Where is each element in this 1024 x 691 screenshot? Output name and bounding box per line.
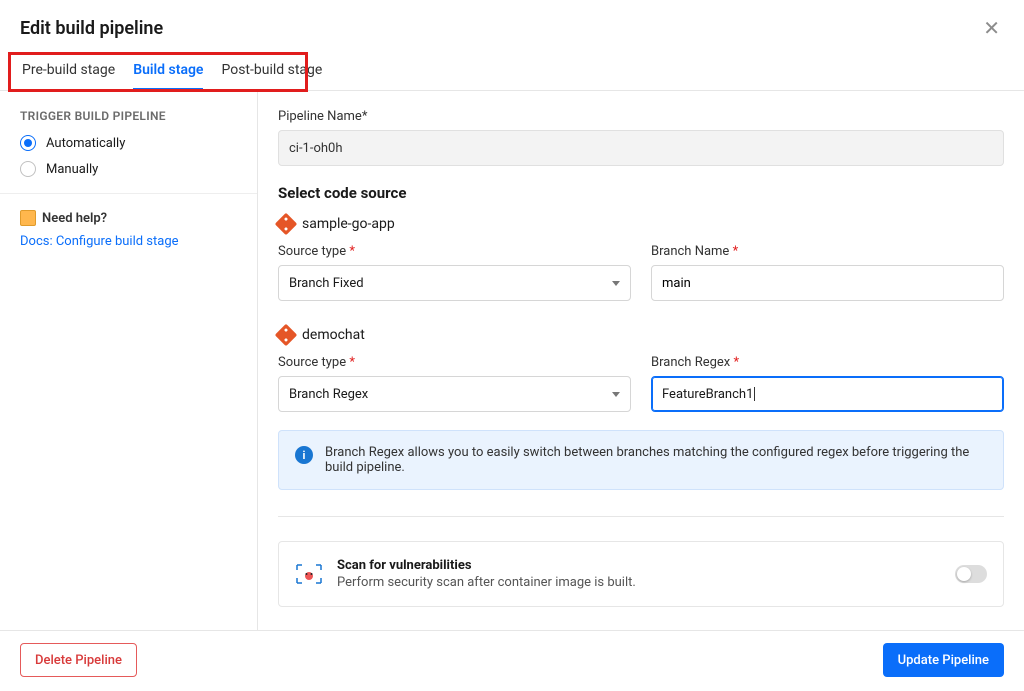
source-type-select[interactable]: Branch Regex — [278, 376, 631, 412]
scan-icon — [295, 563, 323, 585]
scan-toggle[interactable] — [955, 565, 987, 583]
help-heading: Need help? — [20, 210, 237, 226]
branch-regex-label: Branch Regex * — [651, 355, 1004, 370]
tab-build[interactable]: Build stage — [133, 52, 203, 90]
scan-desc: Perform security scan after container im… — [337, 575, 941, 590]
divider — [0, 193, 257, 194]
source-type-value: Branch Fixed — [289, 276, 364, 291]
tab-post-build[interactable]: Post-build stage — [221, 52, 322, 90]
update-pipeline-button[interactable]: Update Pipeline — [883, 643, 1004, 677]
docs-link[interactable]: Docs: Configure build stage — [20, 234, 237, 249]
scan-title: Scan for vulnerabilities — [337, 558, 941, 573]
info-banner: i Branch Regex allows you to easily swit… — [278, 430, 1004, 490]
branch-regex-input[interactable]: FeatureBranch1 — [651, 376, 1004, 412]
scan-card: Scan for vulnerabilities Perform securit… — [278, 541, 1004, 607]
radio-label: Manually — [46, 162, 98, 177]
select-source-heading: Select code source — [278, 184, 1004, 202]
tab-pre-build[interactable]: Pre-build stage — [22, 52, 115, 90]
source-type-label: Source type * — [278, 355, 631, 370]
page-title: Edit build pipeline — [20, 18, 163, 39]
pipeline-name-label: Pipeline Name* — [278, 109, 1004, 124]
help-label: Need help? — [42, 211, 107, 226]
git-icon — [275, 324, 298, 347]
help-icon — [20, 210, 36, 226]
source-name: sample-go-app — [302, 216, 395, 232]
radio-icon — [20, 135, 36, 151]
text-cursor — [754, 387, 755, 401]
pipeline-name-input[interactable] — [278, 130, 1004, 166]
info-text: Branch Regex allows you to easily switch… — [325, 445, 987, 475]
trigger-option-automatically[interactable]: Automatically — [20, 135, 237, 151]
git-icon — [275, 213, 298, 236]
close-icon[interactable]: ✕ — [979, 12, 1004, 44]
trigger-section-label: TRIGGER BUILD PIPELINE — [20, 109, 237, 123]
source-type-value: Branch Regex — [289, 387, 368, 402]
tabs-bar: Pre-build stage Build stage Post-build s… — [0, 52, 1024, 91]
chevron-down-icon — [612, 392, 620, 397]
source-name: demochat — [302, 327, 365, 343]
trigger-option-manually[interactable]: Manually — [20, 161, 237, 177]
branch-regex-value: FeatureBranch1 — [662, 387, 753, 402]
branch-name-label: Branch Name * — [651, 244, 1004, 259]
chevron-down-icon — [612, 281, 620, 286]
source-type-label: Source type * — [278, 244, 631, 259]
radio-icon — [20, 161, 36, 177]
branch-name-input[interactable] — [651, 265, 1004, 301]
divider — [278, 516, 1004, 517]
info-icon: i — [295, 446, 313, 464]
radio-label: Automatically — [46, 136, 125, 151]
delete-pipeline-button[interactable]: Delete Pipeline — [20, 643, 137, 677]
source-type-select[interactable]: Branch Fixed — [278, 265, 631, 301]
